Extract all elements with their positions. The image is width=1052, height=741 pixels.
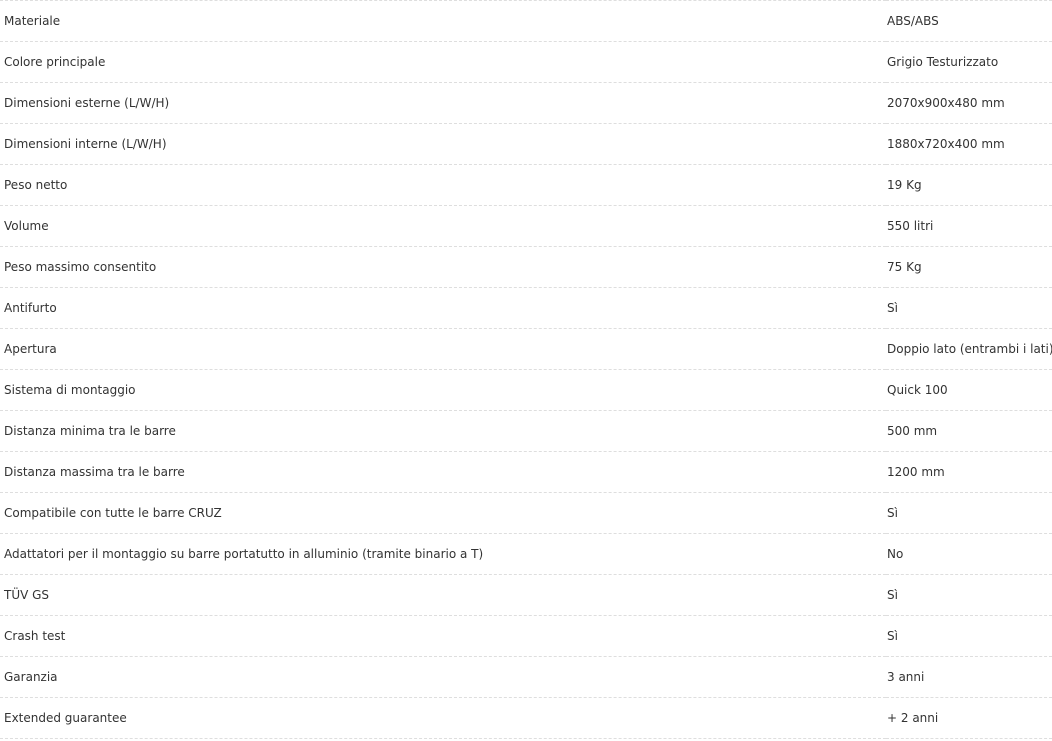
spec-value: 500 mm (887, 424, 938, 438)
table-row: Peso massimo consentito 75 Kg (0, 247, 1052, 288)
spec-value: 1200 mm (887, 465, 945, 479)
spec-value: Sì (887, 301, 898, 315)
spec-label: Antifurto (4, 301, 57, 315)
table-row: Dimensioni interne (L/W/H) 1880x720x400 … (0, 124, 1052, 165)
spec-label: Extended guarantee (4, 711, 127, 725)
table-row: Crash test Sì (0, 616, 1052, 657)
table-row: Garanzia 3 anni (0, 657, 1052, 698)
table-row: TÜV GS Sì (0, 575, 1052, 616)
spec-label: Distanza massima tra le barre (4, 465, 185, 479)
table-row: Apertura Doppio lato (entrambi i lati) (0, 329, 1052, 370)
spec-label: Apertura (4, 342, 57, 356)
table-row: Distanza minima tra le barre 500 mm (0, 411, 1052, 452)
specifications-table: Materiale ABS/ABS Colore principale Grig… (0, 0, 1052, 739)
spec-label: Dimensioni esterne (L/W/H) (4, 96, 170, 110)
spec-label: Distanza minima tra le barre (4, 424, 176, 438)
spec-value: 3 anni (887, 670, 925, 684)
spec-value: 19 Kg (887, 178, 922, 192)
spec-value: 75 Kg (887, 260, 922, 274)
spec-label: Volume (4, 219, 49, 233)
spec-value: Sì (887, 588, 898, 602)
spec-label: Dimensioni interne (L/W/H) (4, 137, 167, 151)
table-row: Antifurto Sì (0, 288, 1052, 329)
spec-value: + 2 anni (887, 711, 939, 725)
table-row: Colore principale Grigio Testurizzato (0, 42, 1052, 83)
spec-label: Materiale (4, 14, 61, 28)
table-row: Materiale ABS/ABS (0, 1, 1052, 42)
table-row: Distanza massima tra le barre 1200 mm (0, 452, 1052, 493)
spec-value: 1880x720x400 mm (887, 137, 1005, 151)
table-row: Compatibile con tutte le barre CRUZ Sì (0, 493, 1052, 534)
spec-value: No (887, 547, 904, 561)
spec-label: Adattatori per il montaggio su barre por… (4, 547, 484, 561)
table-row: Volume 550 litri (0, 206, 1052, 247)
spec-value: Quick 100 (887, 383, 948, 397)
spec-label: Sistema di montaggio (4, 383, 136, 397)
spec-label: Compatibile con tutte le barre CRUZ (4, 506, 222, 520)
spec-value: 550 litri (887, 219, 934, 233)
spec-label: Garanzia (4, 670, 58, 684)
table-row: Dimensioni esterne (L/W/H) 2070x900x480 … (0, 83, 1052, 124)
spec-label: Peso netto (4, 178, 68, 192)
table-row: Sistema di montaggio Quick 100 (0, 370, 1052, 411)
table-row: Adattatori per il montaggio su barre por… (0, 534, 1052, 575)
table-row: Extended guarantee + 2 anni (0, 698, 1052, 739)
spec-value: Sì (887, 506, 898, 520)
spec-value: Doppio lato (entrambi i lati) (887, 342, 1052, 356)
spec-value: Sì (887, 629, 898, 643)
spec-label: Peso massimo consentito (4, 260, 157, 274)
spec-label: Crash test (4, 629, 66, 643)
spec-value: Grigio Testurizzato (887, 55, 999, 69)
spec-label: TÜV GS (4, 588, 50, 602)
table-row: Peso netto 19 Kg (0, 165, 1052, 206)
spec-value: 2070x900x480 mm (887, 96, 1005, 110)
spec-value: ABS/ABS (887, 14, 939, 28)
spec-label: Colore principale (4, 55, 106, 69)
